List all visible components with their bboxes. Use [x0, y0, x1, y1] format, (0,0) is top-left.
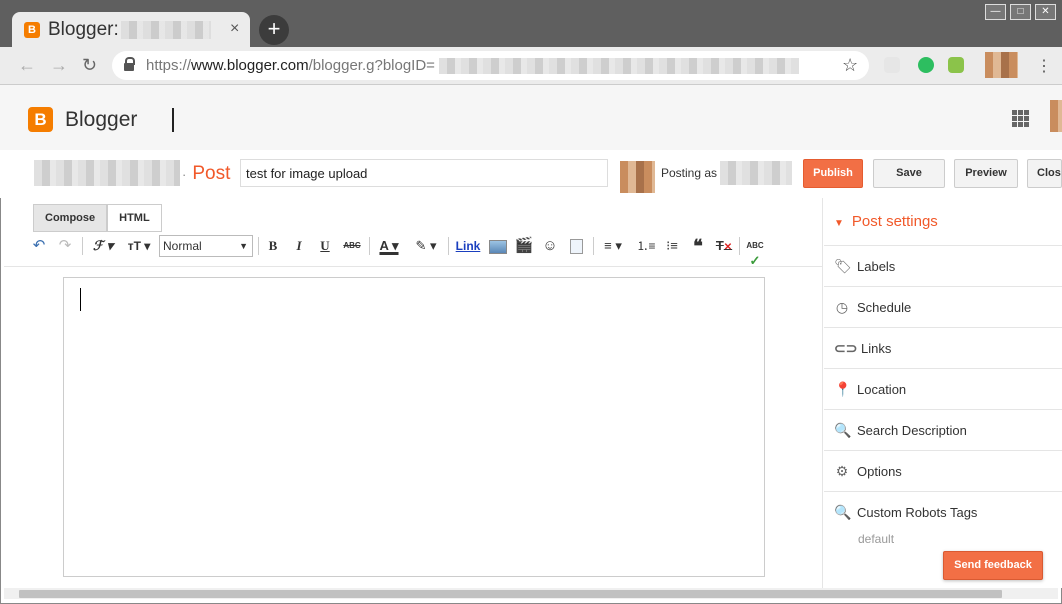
paragraph-format-select[interactable]: Normal ▼: [159, 235, 253, 257]
forward-icon[interactable]: →: [50, 55, 68, 76]
brand-name[interactable]: Blogger: [65, 108, 137, 132]
insert-link-button[interactable]: Link: [454, 234, 482, 258]
bulleted-list-icon[interactable]: ⁝≡: [662, 234, 682, 258]
scrollbar-thumb[interactable]: [19, 590, 1002, 598]
format-toolbar: ↶ ↷ ℱ ▾ тT ▾ Normal ▼ B I U ABC A ▾ ✎ ▾ L…: [28, 234, 818, 267]
preview-button[interactable]: Preview: [954, 159, 1018, 188]
toolbar-divider: [4, 266, 823, 267]
alignment-icon[interactable]: ≡ ▾: [598, 234, 628, 258]
insert-image-icon[interactable]: [488, 234, 508, 258]
url-text: https://www.blogger.com/blogger.g?blogID…: [146, 57, 799, 75]
bookmark-star-icon[interactable]: ☆: [842, 55, 858, 76]
strikethrough-icon[interactable]: ABC: [340, 234, 364, 258]
italic-icon[interactable]: I: [290, 234, 308, 258]
spell-check-icon[interactable]: ABC ✓: [744, 234, 766, 267]
evernote-icon[interactable]: [918, 57, 934, 73]
insert-emoji-icon[interactable]: ☺: [540, 234, 560, 258]
apps-grid-icon[interactable]: [1012, 110, 1029, 127]
posting-as-label: Posting as: [661, 166, 718, 180]
blogger-favicon-icon: B: [24, 22, 40, 38]
extension-icon[interactable]: [948, 57, 964, 73]
bold-icon[interactable]: B: [264, 234, 282, 258]
undo-icon[interactable]: ↶: [30, 234, 48, 258]
highlight-color-icon[interactable]: ✎ ▾: [411, 234, 441, 258]
lock-icon: [124, 57, 135, 71]
text-color-icon[interactable]: A ▾: [374, 234, 404, 258]
redo-icon[interactable]: ↷: [56, 234, 74, 258]
font-size-icon[interactable]: тT ▾: [124, 234, 154, 258]
clock-icon: ◷: [835, 299, 849, 315]
maximize-button[interactable]: □: [1010, 4, 1031, 20]
gear-icon: ⚙: [835, 463, 849, 479]
sidebar-item-schedule[interactable]: ◷ Schedule: [824, 286, 1062, 327]
window-close-button[interactable]: ✕: [1035, 4, 1056, 20]
location-pin-icon: 📍: [834, 381, 852, 397]
tab-html[interactable]: HTML: [107, 204, 162, 232]
minimize-button[interactable]: —: [985, 4, 1006, 20]
numbered-list-icon[interactable]: ⒈≡: [636, 234, 656, 258]
close-button[interactable]: Clos: [1027, 159, 1062, 188]
insert-jump-break-icon[interactable]: [566, 234, 586, 258]
app-header: [0, 85, 1062, 150]
sidebar-item-location[interactable]: 📍 Location: [824, 368, 1062, 409]
author-name[interactable]: [720, 161, 792, 185]
post-settings-heading[interactable]: ▼ Post settings: [834, 213, 938, 230]
editor-mode-tabs: Compose HTML: [33, 204, 162, 232]
post-body-editor[interactable]: [63, 277, 765, 577]
link-icon: ⊂⊃: [834, 340, 858, 356]
send-feedback-button[interactable]: Send feedback: [943, 551, 1043, 580]
quote-icon[interactable]: ❝: [688, 234, 708, 258]
author-avatar: [620, 161, 655, 193]
blogger-logo-icon[interactable]: B: [28, 107, 53, 132]
tab-compose[interactable]: Compose: [33, 204, 108, 232]
save-button[interactable]: Save: [873, 159, 945, 188]
menu-kebab-icon[interactable]: ⋮: [1036, 56, 1052, 76]
back-icon[interactable]: ←: [18, 55, 36, 76]
caret-down-icon: ▼: [834, 218, 844, 229]
search-icon: 🔍: [834, 422, 852, 438]
tab-close-icon[interactable]: ×: [230, 20, 239, 38]
sidebar-item-labels[interactable]: 🏷 Labels: [824, 245, 1062, 286]
account-avatar[interactable]: [1050, 100, 1062, 132]
publish-button[interactable]: Publish: [803, 159, 863, 188]
underline-icon[interactable]: U: [316, 234, 334, 258]
remove-formatting-icon[interactable]: T✕: [714, 234, 734, 258]
reload-icon[interactable]: ↻: [82, 55, 97, 76]
profile-avatar[interactable]: [985, 52, 1018, 78]
post-title-input[interactable]: [240, 159, 608, 187]
text-cursor: [80, 288, 81, 311]
font-family-icon[interactable]: ℱ ▾: [88, 234, 118, 258]
sidebar-item-options[interactable]: ⚙ Options: [824, 450, 1062, 491]
blog-name[interactable]: [34, 160, 180, 186]
robots-default-value: default: [858, 532, 895, 546]
divider: [172, 108, 174, 132]
tab-title: Blogger:: [48, 19, 211, 41]
extension-icon[interactable]: [884, 57, 900, 73]
post-label: · Post: [182, 163, 231, 184]
insert-video-icon[interactable]: 🎬: [514, 234, 534, 258]
search-icon: 🔍: [834, 504, 852, 520]
tag-icon: 🏷: [834, 258, 852, 274]
sidebar-item-links[interactable]: ⊂⊃ Links: [824, 327, 1062, 368]
sidebar-item-search-description[interactable]: 🔍 Search Description: [824, 409, 1062, 450]
new-tab-button[interactable]: +: [259, 15, 289, 45]
